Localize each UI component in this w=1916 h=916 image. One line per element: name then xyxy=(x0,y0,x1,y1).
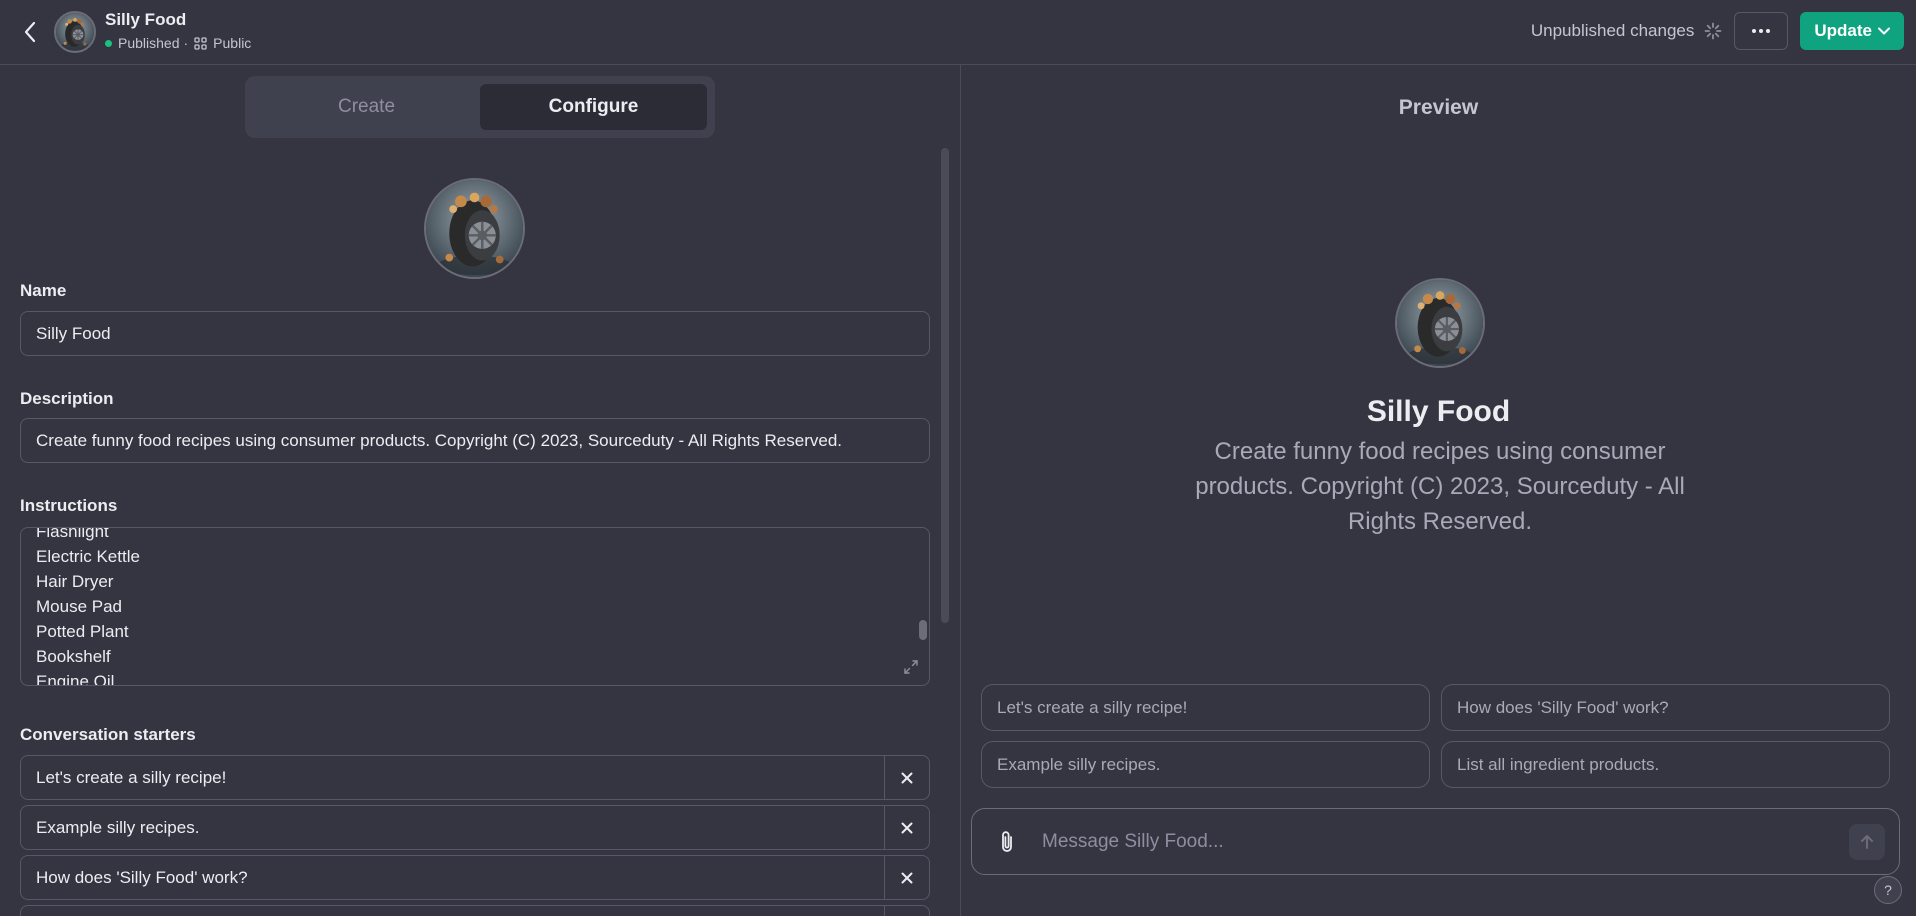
more-options-button[interactable] xyxy=(1734,12,1789,50)
starter-input[interactable]: Let's create a silly recipe! xyxy=(21,768,884,788)
back-button[interactable] xyxy=(18,18,42,46)
left-panel-scrollbar[interactable] xyxy=(941,148,949,623)
gpt-avatar xyxy=(54,11,96,53)
instruction-line: Bookshelf xyxy=(36,647,111,666)
starter-row: How does 'Silly Food' work? xyxy=(20,855,930,900)
preview-title: Preview xyxy=(1398,96,1479,119)
starter-chip[interactable]: Example silly recipes. xyxy=(981,741,1430,788)
panel-divider xyxy=(960,65,961,916)
instructions-text: Flashlight Electric Kettle Hair Dryer Mo… xyxy=(36,527,140,686)
send-button[interactable] xyxy=(1849,823,1885,860)
gpt-status-line: Published · Public xyxy=(105,35,251,51)
remove-starter-button[interactable] xyxy=(884,906,929,916)
ellipsis-icon xyxy=(1752,29,1771,33)
instruction-line: Mouse Pad xyxy=(36,597,122,616)
starter-row-partial xyxy=(20,905,930,916)
visibility-text: Public xyxy=(213,35,252,51)
starter-chip[interactable]: How does 'Silly Food' work? xyxy=(1441,684,1890,731)
instructions-scrollbar[interactable] xyxy=(919,620,927,640)
tab-create[interactable]: Create xyxy=(253,84,480,130)
arrow-up-icon xyxy=(1861,834,1873,849)
instruction-line: Electric Kettle xyxy=(36,547,140,566)
starter-input[interactable]: Example silly recipes. xyxy=(21,818,884,838)
status-separator: · xyxy=(183,35,189,51)
message-composer xyxy=(971,808,1900,875)
top-bar: Silly Food Published · Public Unpublishe… xyxy=(0,0,1916,65)
update-button[interactable]: Update xyxy=(1800,12,1904,50)
starter-row: Let's create a silly recipe! xyxy=(20,755,930,800)
attach-button[interactable] xyxy=(972,809,1042,874)
close-icon xyxy=(901,822,913,833)
starter-chip[interactable]: Let's create a silly recipe! xyxy=(981,684,1430,731)
gpt-title: Silly Food xyxy=(105,10,187,29)
close-icon xyxy=(901,872,913,883)
instruction-line: Flashlight xyxy=(36,527,109,541)
chevron-down-icon xyxy=(1878,27,1890,35)
remove-starter-button[interactable] xyxy=(884,806,929,849)
status-dot xyxy=(105,39,112,47)
name-label: Name xyxy=(20,281,67,300)
update-label: Update xyxy=(1814,21,1872,40)
starter-row: Example silly recipes. xyxy=(20,805,930,850)
unpublished-label: Unpublished changes xyxy=(1530,21,1695,40)
starter-input[interactable]: How does 'Silly Food' work? xyxy=(21,868,884,888)
expand-icon[interactable] xyxy=(903,659,919,675)
remove-starter-button[interactable] xyxy=(884,756,929,799)
name-field[interactable]: Silly Food xyxy=(20,311,930,356)
unpublished-indicator: Unpublished changes xyxy=(1531,21,1723,41)
tab-configure[interactable]: Configure xyxy=(480,84,707,130)
description-label: Description xyxy=(20,389,114,408)
preview-gpt-description: Create funny food recipes using consumer… xyxy=(1195,438,1685,535)
instruction-line: Potted Plant xyxy=(36,622,129,641)
instructions-field[interactable]: Flashlight Electric Kettle Hair Dryer Mo… xyxy=(20,527,930,686)
mode-switch: Create Configure xyxy=(245,76,715,138)
network-icon xyxy=(194,36,207,50)
preview-gpt-name: Silly Food xyxy=(1366,395,1511,428)
description-field[interactable]: Create funny food recipes using consumer… xyxy=(20,418,930,463)
help-button[interactable]: ? xyxy=(1874,876,1902,904)
status-text: Published xyxy=(118,35,180,51)
instruction-line: Engine Oil xyxy=(36,672,115,686)
gpt-avatar-editor[interactable] xyxy=(424,178,525,279)
preview-avatar xyxy=(1395,278,1485,368)
instruction-line: Hair Dryer xyxy=(36,572,114,591)
starter-chip[interactable]: List all ingredient products. xyxy=(1441,741,1890,788)
instructions-label: Instructions xyxy=(20,496,118,515)
conversation-starters-label: Conversation starters xyxy=(20,725,196,744)
close-icon xyxy=(901,772,913,783)
remove-starter-button[interactable] xyxy=(884,856,929,899)
message-input[interactable] xyxy=(1042,830,1849,853)
paperclip-icon xyxy=(1002,830,1012,852)
header-actions: Unpublished changes Update xyxy=(1531,12,1904,50)
spinner-icon xyxy=(1704,22,1722,40)
chevron-left-icon xyxy=(24,21,36,43)
